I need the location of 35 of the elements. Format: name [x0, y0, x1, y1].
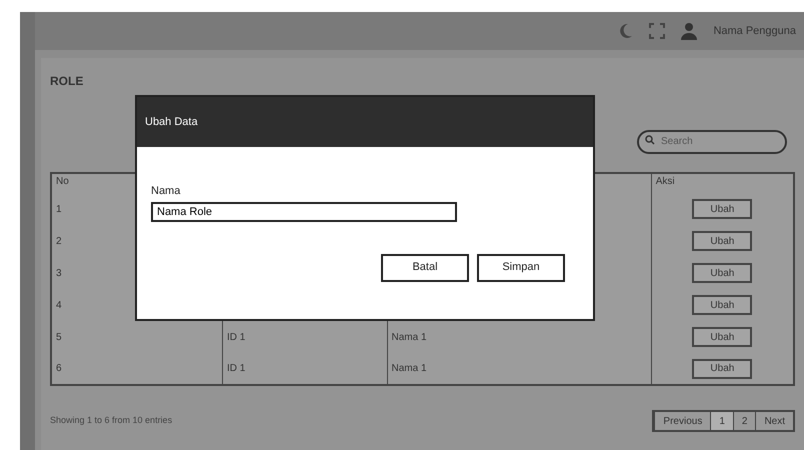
field-label: Nama: [151, 184, 182, 199]
column-header: No: [56, 176, 69, 187]
dialog-title: Ubah Data: [145, 114, 198, 130]
table-cell: ID 1: [227, 332, 246, 342]
table-cell: 6: [56, 363, 62, 374]
moon-icon[interactable]: [619, 23, 634, 39]
table-cell: 5: [56, 332, 62, 342]
table-cell: 3: [56, 268, 62, 278]
search-field[interactable]: Search: [637, 130, 787, 154]
dialog-button[interactable]: Simpan: [477, 254, 565, 282]
page-button[interactable]: 2: [732, 412, 756, 430]
name-input[interactable]: Nama Role: [151, 202, 457, 222]
column-header: Aksi: [656, 176, 675, 187]
edit-button[interactable]: Ubah: [692, 199, 752, 219]
user-icon[interactable]: [681, 22, 698, 40]
edit-button[interactable]: Ubah: [692, 295, 752, 315]
expand-icon[interactable]: [649, 23, 666, 39]
entries-info: Showing 1 to 6 from 10 entries: [50, 414, 172, 428]
table-cell: 4: [56, 300, 62, 310]
page-button[interactable]: Next: [755, 412, 793, 430]
table-cell: Nama 1: [392, 332, 427, 342]
table-cell: Nama 1: [392, 363, 427, 374]
page-button[interactable]: Previous: [654, 412, 710, 430]
table-cell: 2: [56, 236, 62, 246]
page-button[interactable]: 1: [710, 412, 733, 430]
table-cell: ID 1: [227, 363, 246, 374]
edit-button[interactable]: Ubah: [692, 231, 752, 251]
search-icon: [645, 135, 655, 145]
edit-button[interactable]: Ubah: [692, 263, 752, 283]
page-title: ROLE: [50, 73, 84, 90]
table-cell: 1: [56, 204, 62, 214]
edit-button[interactable]: Ubah: [692, 358, 752, 378]
dialog-button[interactable]: Batal: [381, 254, 469, 282]
edit-button[interactable]: Ubah: [692, 327, 752, 347]
user-name[interactable]: Nama Pengguna: [713, 22, 796, 40]
